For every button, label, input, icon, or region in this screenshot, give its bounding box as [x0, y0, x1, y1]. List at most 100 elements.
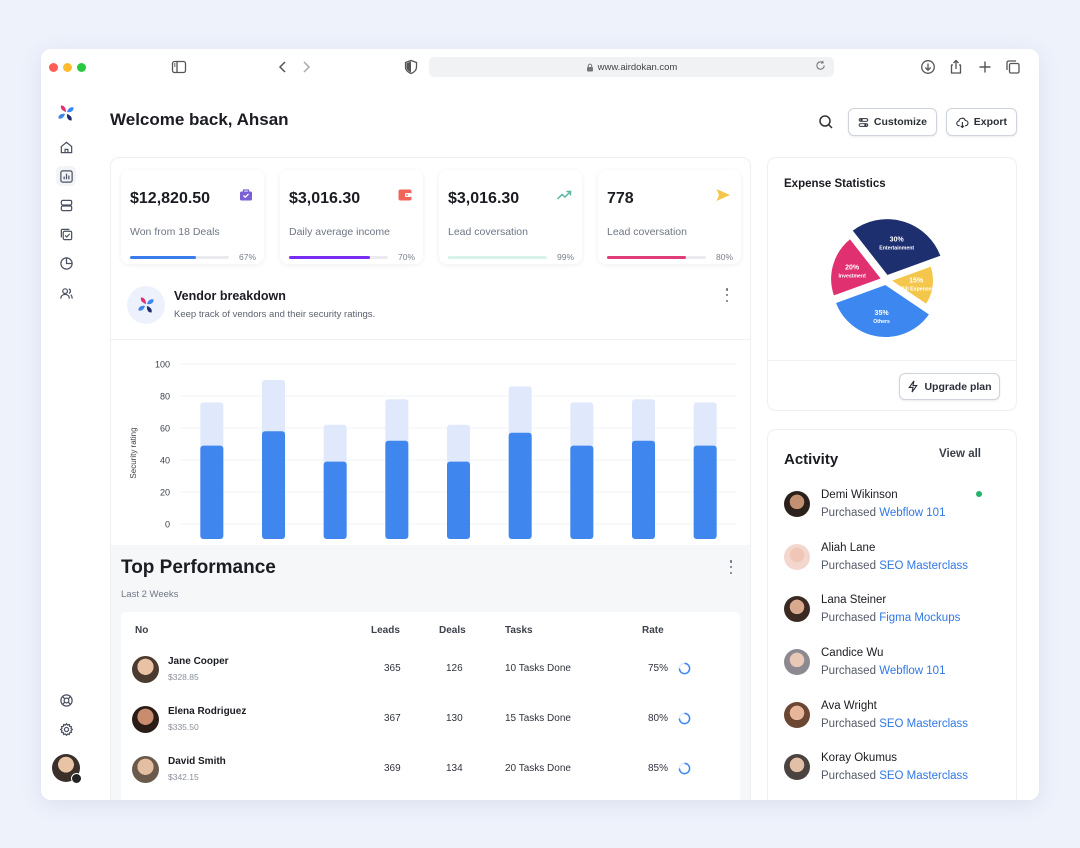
privacy-shield-icon[interactable] [403, 59, 419, 75]
stat-value: $3,016.30 [448, 190, 520, 207]
bar[interactable] [508, 432, 532, 539]
pie-chart-icon[interactable] [56, 253, 76, 273]
activity-item[interactable]: Ava Wright Purchased SEO Masterclass [784, 699, 1009, 744]
activity-item[interactable]: Demi Wikinson Purchased Webflow 101 [784, 488, 1009, 533]
stat-progress-fill [289, 256, 371, 259]
course-link[interactable]: SEO Masterclass [879, 718, 968, 730]
activity-item[interactable]: Aliah Lane Purchased SEO Masterclass [784, 541, 1009, 586]
bar[interactable] [323, 461, 347, 539]
stat-card-deals[interactable]: $12,820.50 Won from 18 Deals 67% [121, 170, 264, 264]
stat-card-daily-income[interactable]: $3,016.30 Daily average income 70% [280, 170, 423, 264]
online-status-dot [976, 491, 982, 497]
stat-label: Won from 18 Deals [130, 226, 220, 238]
export-label: Export [973, 116, 1007, 128]
settings-icon[interactable] [56, 719, 76, 739]
course-link[interactable]: SEO Masterclass [879, 770, 968, 782]
download-icon[interactable] [920, 59, 936, 75]
course-link[interactable]: SEO Masterclass [879, 560, 968, 572]
analytics-icon[interactable] [56, 166, 76, 186]
activity-description: Purchased Webflow 101 [821, 507, 945, 519]
browser-window: www.airdokan.com Welcome back, Ahsan Cus… [41, 49, 1039, 800]
expense-statistics-card: Expense Statistics 30% Entertainment 15% Bi… [767, 157, 1017, 411]
stat-card-lead-count[interactable]: 778 Lead coversation 80% [598, 170, 741, 264]
table-row[interactable]: David Smith $342.15 369 134 20 Tasks Don… [121, 744, 740, 794]
share-icon[interactable] [948, 59, 964, 75]
cloud-download-icon [956, 117, 969, 128]
reload-icon[interactable] [815, 60, 826, 71]
bar[interactable] [570, 445, 594, 539]
activity-item[interactable]: Koray Okumus Purchased SEO Masterclass [784, 751, 1009, 796]
brand-logo[interactable] [54, 101, 78, 125]
user-avatar[interactable] [52, 754, 82, 784]
back-icon[interactable] [275, 59, 291, 75]
minimize-window-button[interactable] [63, 63, 72, 72]
row-leads: 367 [384, 713, 401, 724]
column-header-no: No [135, 625, 149, 636]
close-window-button[interactable] [49, 63, 58, 72]
pie-slice-name: Others [873, 319, 890, 325]
activity-description: Purchased SEO Masterclass [821, 770, 968, 782]
search-icon[interactable] [817, 113, 835, 131]
sidebar-toggle-icon[interactable] [171, 59, 187, 75]
course-link[interactable]: Webflow 101 [879, 665, 945, 677]
activity-description: Purchased Figma Mockups [821, 612, 960, 624]
top-performance-section: Top Performance Last 2 Weeks No Leads De… [111, 545, 750, 800]
avatar [784, 544, 810, 570]
bar[interactable] [693, 445, 717, 539]
activity-card: Activity View all Demi Wikinson Purchase… [767, 429, 1017, 800]
upgrade-plan-button[interactable]: Upgrade plan [899, 373, 1000, 400]
row-deals: 134 [446, 763, 463, 774]
pie-slice-name: Investment [838, 273, 866, 279]
table-row[interactable]: Elena Rodriguez $335.50 367 130 15 Tasks… [121, 694, 740, 744]
row-leads: 365 [384, 663, 401, 674]
support-icon[interactable] [56, 690, 76, 710]
top-performance-more-icon[interactable] [729, 560, 733, 574]
stat-progress-track [289, 256, 388, 259]
customize-button[interactable]: Customize [848, 108, 937, 136]
course-link[interactable]: Figma Mockups [879, 612, 960, 624]
bar[interactable] [262, 431, 285, 539]
stat-percent: 67% [238, 252, 256, 262]
top-performance-title: Top Performance [121, 557, 276, 578]
activity-action: Purchased [821, 665, 876, 677]
activity-description: Purchased SEO Masterclass [821, 718, 968, 730]
export-button[interactable]: Export [946, 108, 1017, 136]
pie-slice-name: Bill Expense [901, 287, 932, 293]
activity-item[interactable]: Lana Steiner Purchased Figma Mockups [784, 593, 1009, 638]
course-link[interactable]: Webflow 101 [879, 507, 945, 519]
bar[interactable] [632, 440, 655, 539]
rate-progress-icon [678, 762, 691, 775]
y-tick-label: 100 [155, 360, 170, 370]
sliders-icon [858, 117, 869, 127]
database-icon[interactable] [56, 195, 76, 215]
activity-item[interactable]: Candice Wu Purchased Webflow 101 [784, 646, 1009, 691]
row-name: Elena Rodriguez [168, 706, 247, 717]
divider [768, 360, 1016, 361]
avatar [784, 702, 810, 728]
column-header-tasks: Tasks [505, 625, 533, 636]
users-icon[interactable] [56, 283, 76, 303]
stat-card-lead-conversation[interactable]: $3,016.30 Lead coversation 99% [439, 170, 582, 264]
stat-progress-track [448, 256, 547, 259]
maximize-window-button[interactable] [77, 63, 86, 72]
table-row[interactable]: Jane Cooper $328.85 365 126 10 Tasks Don… [121, 644, 740, 694]
y-tick-label: 40 [160, 456, 170, 466]
home-icon[interactable] [56, 137, 76, 157]
row-rate: 80% [648, 713, 669, 724]
tasks-icon[interactable] [56, 224, 76, 244]
activity-name: Lana Steiner [821, 594, 887, 606]
vendor-more-icon[interactable] [725, 288, 729, 302]
bar[interactable] [200, 445, 224, 539]
avatar [784, 649, 810, 675]
view-all-link[interactable]: View all [939, 448, 981, 460]
tabs-overview-icon[interactable] [1005, 59, 1021, 75]
bar[interactable] [447, 461, 470, 539]
activity-description: Purchased SEO Masterclass [821, 560, 968, 572]
bar[interactable] [385, 440, 409, 539]
new-tab-icon[interactable] [977, 59, 993, 75]
top-performance-subtitle: Last 2 Weeks [121, 589, 179, 600]
forward-icon[interactable] [298, 59, 314, 75]
address-bar[interactable]: www.airdokan.com [429, 57, 834, 77]
activity-name: Koray Okumus [821, 752, 898, 764]
stat-percent: 70% [397, 252, 415, 262]
